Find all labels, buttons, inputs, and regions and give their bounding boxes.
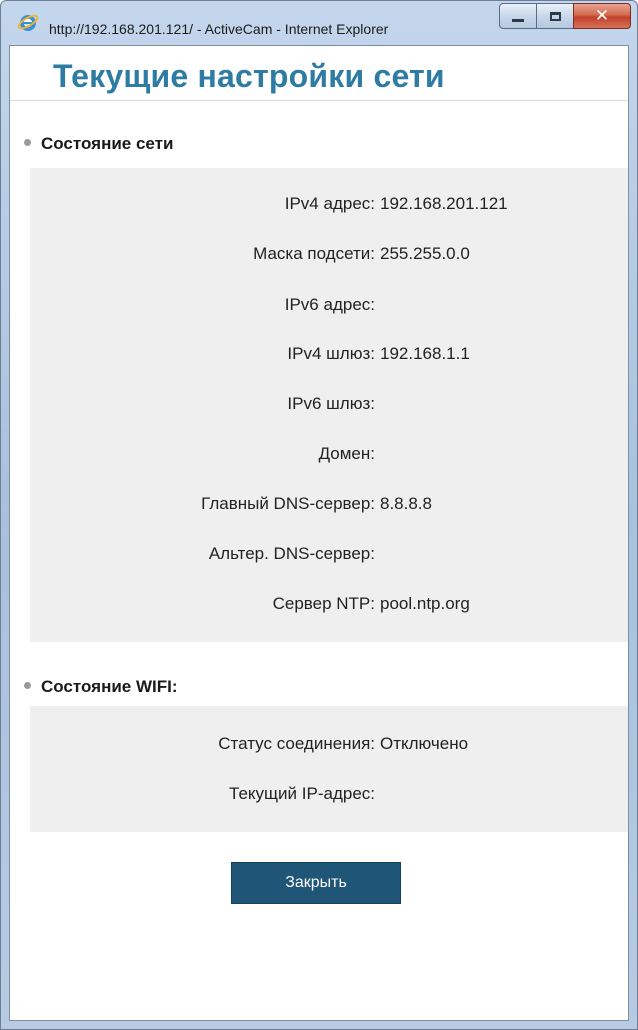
browser-window: http://192.168.201.121/ - ActiveCam - In… <box>0 0 638 1030</box>
maximize-button[interactable] <box>536 3 574 29</box>
minimize-button[interactable] <box>499 3 537 29</box>
row-ntp-server: Сервер NTP: pool.ntp.org <box>30 594 628 618</box>
wifi-heading-text: Состояние WIFI: <box>41 677 178 696</box>
row-label: IPv4 шлюз: <box>287 344 375 363</box>
row-label: Сервер NTP: <box>272 594 375 613</box>
row-connection-status: Статус соединения: Отключено <box>30 734 628 758</box>
wifi-status-panel: Статус соединения: Отключено Текущий IP-… <box>30 706 628 832</box>
row-current-ip: Текущий IP-адрес: <box>30 784 628 808</box>
row-ipv4-address: IPv4 адрес: 192.168.201.121 <box>30 194 628 218</box>
close-icon: ✕ <box>594 5 610 26</box>
close-window-button[interactable]: ✕ <box>573 3 631 29</box>
minimize-icon <box>512 18 524 22</box>
network-status-panel: IPv4 адрес: 192.168.201.121 Маска подсет… <box>30 168 628 642</box>
row-primary-dns: Главный DNS-сервер: 8.8.8.8 <box>30 494 628 518</box>
row-label: Маска подсети: <box>253 244 375 263</box>
row-value: 8.8.8.8 <box>380 494 432 513</box>
title-bar[interactable]: http://192.168.201.121/ - ActiveCam - In… <box>1 1 637 45</box>
window-title: http://192.168.201.121/ - ActiveCam - In… <box>49 21 389 37</box>
bullet-icon <box>24 682 31 690</box>
row-label: Альтер. DNS-сервер: <box>208 544 375 563</box>
row-value: pool.ntp.org <box>380 594 470 613</box>
row-domain: Домен: <box>30 444 628 468</box>
row-value: 192.168.201.121 <box>380 194 508 213</box>
row-label: Домен: <box>318 444 375 463</box>
row-value: Отключено <box>380 734 469 753</box>
wifi-section-heading: Состояние WIFI: <box>24 677 178 697</box>
row-value: 192.168.1.1 <box>380 344 470 363</box>
maximize-icon <box>549 11 561 21</box>
window-controls: ✕ <box>499 3 631 29</box>
row-subnet-mask: Маска подсети: 255.255.0.0 <box>30 244 628 268</box>
network-section-heading: Состояние сети <box>24 134 173 154</box>
row-alternate-dns: Альтер. DNS-сервер: <box>30 544 628 568</box>
row-ipv6-address: IPv6 адрес: <box>30 295 628 319</box>
network-heading-text: Состояние сети <box>41 134 174 153</box>
row-label: IPv6 адрес: <box>284 295 375 314</box>
row-value: 255.255.0.0 <box>380 244 470 263</box>
title-divider <box>10 100 628 101</box>
page-title: Текущие настройки сети <box>53 58 445 94</box>
bullet-icon <box>24 139 31 147</box>
row-label: IPv4 адрес: <box>284 194 375 213</box>
internet-explorer-icon <box>17 14 39 31</box>
row-label: Текущий IP-адрес: <box>229 784 375 803</box>
row-ipv4-gateway: IPv4 шлюз: 192.168.1.1 <box>30 344 628 368</box>
close-button[interactable]: Закрыть <box>231 862 401 904</box>
page-content: Текущие настройки сети Состояние сети IP… <box>9 45 629 1021</box>
row-label: Главный DNS-сервер: <box>201 494 375 513</box>
row-label: Статус соединения: <box>218 734 375 753</box>
row-ipv6-gateway: IPv6 шлюз: <box>30 394 628 418</box>
row-label: IPv6 шлюз: <box>287 394 375 413</box>
